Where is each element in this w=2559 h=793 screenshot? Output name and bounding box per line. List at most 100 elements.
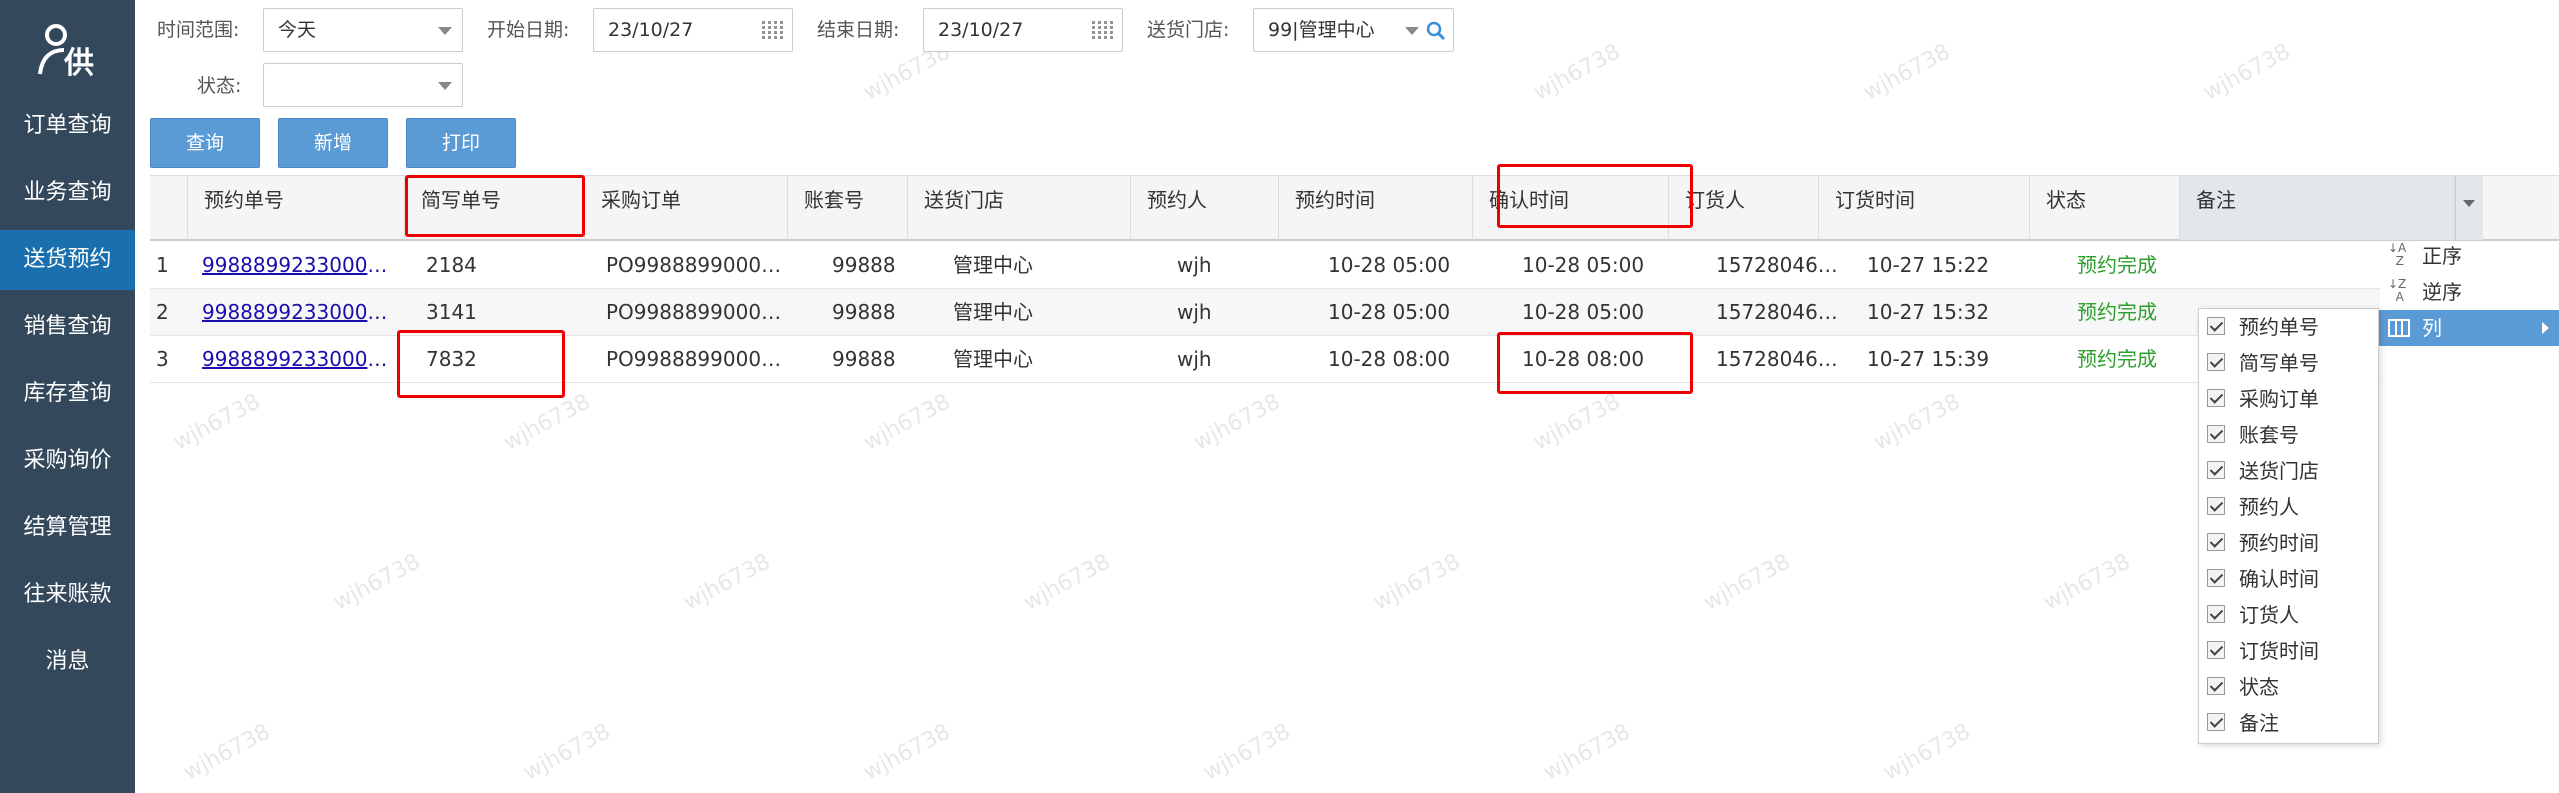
search-icon[interactable] bbox=[1425, 20, 1447, 42]
column-header-po[interactable]: 采购订单 bbox=[585, 176, 788, 240]
menu-item-label: 列 bbox=[2422, 316, 2442, 340]
column-header-confirm-time[interactable]: 确认时间 bbox=[1473, 176, 1669, 240]
account-cell: 99888 bbox=[832, 253, 896, 277]
checkbox-checked-icon[interactable] bbox=[2207, 317, 2225, 335]
sidebar-item-sales-query[interactable]: 销售查询 bbox=[0, 297, 135, 357]
watermark: wjh6738 bbox=[499, 389, 595, 456]
sidebar-item-business-query[interactable]: 业务查询 bbox=[0, 163, 135, 223]
checkbox-checked-icon[interactable] bbox=[2207, 677, 2225, 695]
column-toggle-note[interactable]: 备注 bbox=[2199, 705, 2378, 741]
po-cell: PO99888990000580 bbox=[606, 347, 786, 371]
logo-text: 供 bbox=[64, 46, 94, 81]
column-toggle-book-time[interactable]: 预约时间 bbox=[2199, 525, 2378, 561]
confirm-time-cell: 10-28 08:00 bbox=[1522, 347, 1645, 371]
calendar-icon[interactable] bbox=[1092, 19, 1114, 41]
column-header-orderer[interactable]: 订货人 bbox=[1669, 176, 1819, 240]
column-toggle-label: 预约人 bbox=[2239, 495, 2299, 519]
checkbox-checked-icon[interactable] bbox=[2207, 605, 2225, 623]
column-toggle-orderer[interactable]: 订货人 bbox=[2199, 597, 2378, 633]
table-row[interactable]: 2 9988899233000000… 3141 PO9988899000057… bbox=[150, 289, 2380, 336]
time-range-value: 今天 bbox=[278, 19, 317, 41]
chevron-down-icon bbox=[438, 82, 452, 90]
watermark: wjh6738 bbox=[1189, 389, 1285, 456]
query-button[interactable]: 查询 bbox=[150, 118, 260, 168]
column-toggle-label: 预约时间 bbox=[2239, 531, 2319, 555]
watermark: wjh6738 bbox=[859, 389, 955, 456]
column-toggle-po[interactable]: 采购订单 bbox=[2199, 381, 2378, 417]
menu-item-label: 正序 bbox=[2422, 244, 2462, 268]
row-index: 1 bbox=[156, 253, 169, 277]
menu-item-sort-desc[interactable]: ↓Z A 逆序 bbox=[2378, 274, 2559, 310]
menu-item-sort-asc[interactable]: ↓A Z 正序 bbox=[2378, 238, 2559, 274]
checkbox-checked-icon[interactable] bbox=[2207, 425, 2225, 443]
checkbox-checked-icon[interactable] bbox=[2207, 569, 2225, 587]
column-toggle-label: 送货门店 bbox=[2239, 459, 2319, 483]
watermark: wjh6738 bbox=[1199, 719, 1295, 786]
confirm-time-cell: 10-28 05:00 bbox=[1522, 253, 1645, 277]
store-cell: 管理中心 bbox=[953, 253, 1033, 277]
checkbox-checked-icon[interactable] bbox=[2207, 353, 2225, 371]
column-toggle-account[interactable]: 账套号 bbox=[2199, 417, 2378, 453]
checkbox-checked-icon[interactable] bbox=[2207, 533, 2225, 551]
column-toggle-status[interactable]: 状态 bbox=[2199, 669, 2378, 705]
booking-no-link[interactable]: 9988899233000000… bbox=[202, 242, 398, 288]
add-button[interactable]: 新增 bbox=[278, 118, 388, 168]
column-header-order-time[interactable]: 订货时间 bbox=[1819, 176, 2030, 240]
end-date-input[interactable]: 23/10/27 bbox=[923, 8, 1123, 52]
sidebar-item-stock-query[interactable]: 库存查询 bbox=[0, 364, 135, 424]
column-toggle-label: 账套号 bbox=[2239, 423, 2299, 447]
column-toggle-confirm-time[interactable]: 确认时间 bbox=[2199, 561, 2378, 597]
column-header-booking-no[interactable]: 预约单号 bbox=[188, 176, 405, 240]
sidebar-item-purchase-inquiry[interactable]: 采购询价 bbox=[0, 431, 135, 491]
checkbox-checked-icon[interactable] bbox=[2207, 461, 2225, 479]
column-toggle-short-no[interactable]: 简写单号 bbox=[2199, 345, 2378, 381]
end-date-value: 23/10/27 bbox=[938, 19, 1024, 41]
column-header-account[interactable]: 账套号 bbox=[788, 176, 908, 240]
sort-ascending-icon: ↓A Z bbox=[2388, 241, 2407, 268]
chevron-down-icon bbox=[438, 27, 452, 35]
time-range-label: 时间范围: bbox=[157, 19, 240, 41]
column-header-booker[interactable]: 预约人 bbox=[1131, 176, 1279, 240]
column-header-note[interactable]: 备注 bbox=[2180, 176, 2455, 240]
table-row[interactable]: 3 9988899233000000… 7832 PO9988899000058… bbox=[150, 336, 2380, 383]
checkbox-checked-icon[interactable] bbox=[2207, 389, 2225, 407]
column-header-store[interactable]: 送货门店 bbox=[908, 176, 1131, 240]
start-date-input[interactable]: 23/10/27 bbox=[593, 8, 793, 52]
column-header-short-no[interactable]: 简写单号 bbox=[405, 176, 585, 240]
table-row[interactable]: 1 9988899233000000… 2184 PO9988899000057… bbox=[150, 242, 2380, 289]
start-date-label: 开始日期: bbox=[487, 19, 570, 41]
booking-no-link[interactable]: 9988899233000000… bbox=[202, 289, 398, 335]
checkbox-checked-icon[interactable] bbox=[2207, 713, 2225, 731]
book-time-cell: 10-28 08:00 bbox=[1328, 347, 1451, 371]
column-toggle-store[interactable]: 送货门店 bbox=[2199, 453, 2378, 489]
sidebar-item-delivery-booking[interactable]: 送货预约 bbox=[0, 230, 135, 290]
column-menu-button[interactable] bbox=[2455, 176, 2483, 240]
checkbox-checked-icon[interactable] bbox=[2207, 641, 2225, 659]
sidebar-item-accounts[interactable]: 往来账款 bbox=[0, 565, 135, 625]
column-toggle-order-time[interactable]: 订货时间 bbox=[2199, 633, 2378, 669]
orderer-cell: 15728046738 bbox=[1716, 300, 1846, 324]
column-toggle-booker[interactable]: 预约人 bbox=[2199, 489, 2378, 525]
calendar-icon[interactable] bbox=[762, 19, 784, 41]
confirm-time-cell: 10-28 05:00 bbox=[1522, 300, 1645, 324]
end-date-label: 结束日期: bbox=[817, 19, 900, 41]
column-toggle-booking-no[interactable]: 预约单号 bbox=[2199, 309, 2378, 345]
print-button[interactable]: 打印 bbox=[406, 118, 516, 168]
watermark: wjh6738 bbox=[679, 549, 775, 616]
column-header-book-time[interactable]: 预约时间 bbox=[1279, 176, 1473, 240]
column-toggle-label: 采购订单 bbox=[2239, 387, 2319, 411]
store-select[interactable]: 99|管理中心 bbox=[1253, 8, 1454, 52]
start-date-value: 23/10/27 bbox=[608, 19, 694, 41]
sidebar-item-messages[interactable]: 消息 bbox=[0, 632, 135, 692]
sidebar-item-settlement[interactable]: 结算管理 bbox=[0, 498, 135, 558]
sidebar-item-order-query[interactable]: 订单查询 bbox=[0, 96, 135, 156]
watermark: wjh6738 bbox=[1859, 39, 1955, 106]
booking-no-link[interactable]: 9988899233000000… bbox=[202, 336, 398, 382]
checkbox-checked-icon[interactable] bbox=[2207, 497, 2225, 515]
time-range-select[interactable]: 今天 bbox=[263, 8, 463, 52]
column-toggle-label: 备注 bbox=[2239, 711, 2279, 735]
column-toggle-label: 订货人 bbox=[2239, 603, 2299, 627]
menu-item-columns[interactable]: 列 bbox=[2378, 310, 2559, 346]
column-header-status[interactable]: 状态 bbox=[2030, 176, 2180, 240]
status-select[interactable] bbox=[263, 63, 463, 107]
